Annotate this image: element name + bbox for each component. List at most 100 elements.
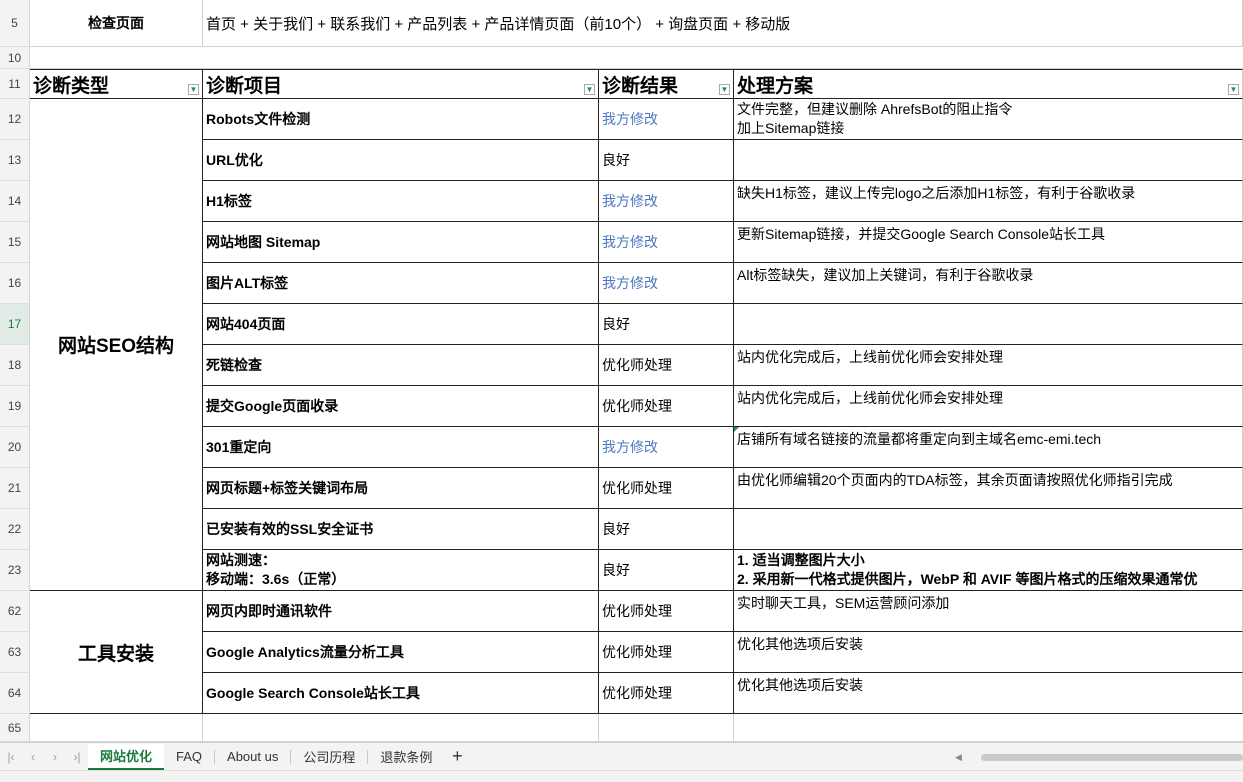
- header-item[interactable]: 诊断项目 ▼: [203, 69, 599, 99]
- add-sheet-icon[interactable]: +: [444, 744, 470, 770]
- item-cell[interactable]: 网站地图 Sitemap: [203, 222, 599, 263]
- empty-cell[interactable]: [734, 714, 1243, 742]
- row-header[interactable]: 18: [0, 345, 30, 386]
- solution-cell[interactable]: 站内优化完成后，上线前优化师会安排处理: [734, 345, 1243, 386]
- row-header[interactable]: 14: [0, 181, 30, 222]
- header-solution-label: 处理方案: [737, 75, 814, 97]
- tab-company-history[interactable]: 公司历程: [291, 744, 367, 770]
- solution-cell[interactable]: 1. 适当调整图片大小 2. 采用新一代格式提供图片，WebP 和 AVIF 等…: [734, 550, 1243, 591]
- tab-about-us[interactable]: About us: [215, 744, 290, 770]
- solution-cell[interactable]: [734, 304, 1243, 345]
- result-cell[interactable]: 优化师处理: [599, 591, 734, 632]
- item-cell[interactable]: 网页内即时通讯软件: [203, 591, 599, 632]
- solution-cell[interactable]: Alt标签缺失，建议加上关键词，有利于谷歌收录: [734, 263, 1243, 304]
- scroll-left-icon[interactable]: ◀: [955, 752, 962, 763]
- header-result[interactable]: 诊断结果 ▼: [599, 69, 734, 99]
- result-cell[interactable]: 我方修改: [599, 181, 734, 222]
- item-cell[interactable]: 提交Google页面收录: [203, 386, 599, 427]
- result-cell[interactable]: 良好: [599, 550, 734, 591]
- row-header[interactable]: 15: [0, 222, 30, 263]
- result-cell[interactable]: 优化师处理: [599, 673, 734, 714]
- filter-dropdown-icon[interactable]: ▼: [584, 84, 595, 95]
- row-header[interactable]: 22: [0, 509, 30, 550]
- item-cell[interactable]: 已安装有效的SSL安全证书: [203, 509, 599, 550]
- empty-cell[interactable]: [599, 714, 734, 742]
- group-tools[interactable]: 工具安装: [30, 591, 203, 714]
- row-header[interactable]: 5: [0, 0, 30, 47]
- empty-row[interactable]: [30, 47, 1243, 69]
- row-header[interactable]: 23: [0, 550, 30, 591]
- check-page-label[interactable]: 检查页面: [30, 0, 203, 47]
- item-cell[interactable]: Google Analytics流量分析工具: [203, 632, 599, 673]
- solution-cell[interactable]: 更新Sitemap链接，并提交Google Search Console站长工具: [734, 222, 1243, 263]
- row-header-selected[interactable]: 17: [0, 304, 30, 345]
- next-sheet-icon[interactable]: ›: [44, 744, 66, 770]
- tab-faq[interactable]: FAQ: [164, 744, 214, 770]
- row-header[interactable]: 21: [0, 468, 30, 509]
- row-header[interactable]: 64: [0, 673, 30, 714]
- row-header[interactable]: 11: [0, 69, 30, 99]
- row-header[interactable]: 62: [0, 591, 30, 632]
- item-cell[interactable]: 死链检查: [203, 345, 599, 386]
- solution-cell[interactable]: 文件完整，但建议删除 AhrefsBot的阻止指令 加上Sitemap链接: [734, 99, 1243, 140]
- header-solution[interactable]: 处理方案 ▼: [734, 69, 1243, 99]
- item-cell[interactable]: Robots文件检测: [203, 99, 599, 140]
- tab-refund-policy[interactable]: 退款条例: [368, 744, 444, 770]
- check-page-value[interactable]: 首页 + 关于我们 + 联系我们 + 产品列表 + 产品详情页面（前10个） +…: [203, 0, 1243, 47]
- result-cell[interactable]: 良好: [599, 304, 734, 345]
- header-type[interactable]: 诊断类型 ▼: [30, 69, 203, 99]
- result-cell[interactable]: 我方修改: [599, 99, 734, 140]
- item-cell[interactable]: H1标签: [203, 181, 599, 222]
- result-cell[interactable]: 我方修改: [599, 222, 734, 263]
- result-cell[interactable]: 优化师处理: [599, 386, 734, 427]
- comment-indicator-icon: [734, 427, 739, 432]
- row-header[interactable]: 16: [0, 263, 30, 304]
- row-header[interactable]: 20: [0, 427, 30, 468]
- item-cell[interactable]: 网站404页面: [203, 304, 599, 345]
- tab-website-optimization[interactable]: 网站优化: [88, 743, 165, 770]
- solution-cell[interactable]: 优化其他选项后安装: [734, 632, 1243, 673]
- solution-cell[interactable]: 实时聊天工具，SEM运营顾问添加: [734, 591, 1243, 632]
- empty-cell[interactable]: [203, 714, 599, 742]
- row-header[interactable]: 19: [0, 386, 30, 427]
- filter-dropdown-icon[interactable]: ▼: [719, 84, 730, 95]
- row-header[interactable]: 63: [0, 632, 30, 673]
- result-cell[interactable]: 优化师处理: [599, 345, 734, 386]
- row-header[interactable]: 65: [0, 714, 30, 742]
- result-cell[interactable]: 我方修改: [599, 263, 734, 304]
- last-sheet-icon[interactable]: ›|: [66, 744, 88, 770]
- result-cell[interactable]: 优化师处理: [599, 468, 734, 509]
- result-cell[interactable]: 良好: [599, 509, 734, 550]
- item-cell[interactable]: 图片ALT标签: [203, 263, 599, 304]
- item-cell[interactable]: 301重定向: [203, 427, 599, 468]
- solution-line: 文件完整，但建议删除 AhrefsBot的阻止指令: [737, 101, 1013, 117]
- item-cell[interactable]: 网站测速： 移动端：3.6s（正常）: [203, 550, 599, 591]
- header-item-label: 诊断项目: [206, 75, 283, 97]
- horizontal-scrollbar[interactable]: ◀: [955, 750, 1243, 764]
- header-type-label: 诊断类型: [33, 75, 110, 97]
- solution-cell[interactable]: 缺失H1标签，建议上传完logo之后添加H1标签，有利于谷歌收录: [734, 181, 1243, 222]
- solution-cell[interactable]: [734, 140, 1243, 181]
- solution-cell[interactable]: [734, 509, 1243, 550]
- result-cell[interactable]: 我方修改: [599, 427, 734, 468]
- item-cell[interactable]: Google Search Console站长工具: [203, 673, 599, 714]
- item-cell[interactable]: 网页标题+标签关键词布局: [203, 468, 599, 509]
- filter-dropdown-icon[interactable]: ▼: [188, 84, 199, 95]
- first-sheet-icon[interactable]: |‹: [0, 744, 22, 770]
- prev-sheet-icon[interactable]: ‹: [22, 744, 44, 770]
- scroll-thumb[interactable]: [981, 754, 1243, 761]
- empty-cell[interactable]: [30, 714, 203, 742]
- solution-cell[interactable]: 站内优化完成后，上线前优化师会安排处理: [734, 386, 1243, 427]
- solution-cell[interactable]: 优化其他选项后安装: [734, 673, 1243, 714]
- group-seo[interactable]: 网站SEO结构: [30, 99, 203, 591]
- row-header[interactable]: 12: [0, 99, 30, 140]
- solution-cell[interactable]: 由优化师编辑20个页面内的TDA标签，其余页面请按照优化师指引完成: [734, 468, 1243, 509]
- filter-dropdown-icon[interactable]: ▼: [1228, 84, 1239, 95]
- row-header[interactable]: 10: [0, 47, 30, 69]
- result-cell[interactable]: 良好: [599, 140, 734, 181]
- item-cell[interactable]: URL优化: [203, 140, 599, 181]
- solution-cell[interactable]: 店铺所有域名链接的流量都将重定向到主域名emc-emi.tech: [734, 427, 1243, 468]
- row-header[interactable]: 13: [0, 140, 30, 181]
- result-cell[interactable]: 优化师处理: [599, 632, 734, 673]
- item-line: 移动端：3.6s（正常）: [206, 571, 346, 587]
